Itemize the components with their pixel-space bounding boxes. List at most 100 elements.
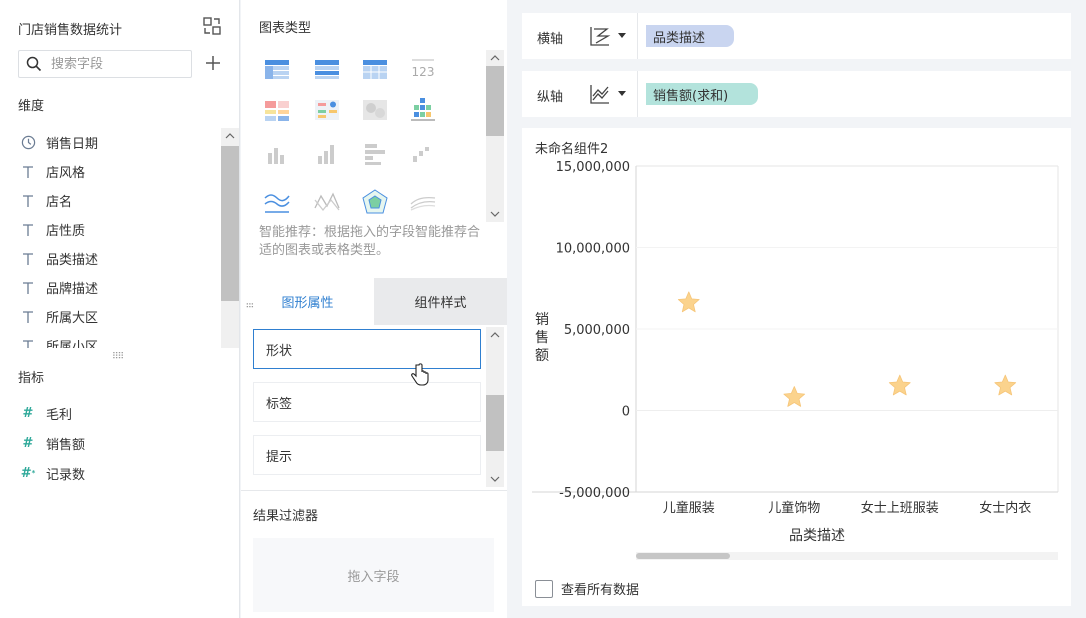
view-all-data-checkbox[interactable]: 查看所有数据 xyxy=(535,579,639,598)
dimension-label: 品牌描述 xyxy=(46,282,99,297)
x-axis-field-label: 品类描述 xyxy=(653,30,706,46)
tooltip-property[interactable]: 提示 xyxy=(253,435,481,475)
stacked-column-type-icon[interactable] xyxy=(313,140,341,168)
radar-type-icon[interactable] xyxy=(361,188,389,216)
measure-item[interactable]: # 销售额 xyxy=(0,428,240,458)
y-axis-title-char: 售 xyxy=(535,330,549,346)
dimension-item[interactable]: 品类描述 xyxy=(0,244,220,273)
column-type-icon[interactable] xyxy=(263,140,291,168)
resize-grip-icon[interactable]: ⠿ xyxy=(243,302,253,308)
config-panel: 图表类型 123 智能推荐：根据拖入的字段智能推荐合适的图表或表格类型。 图形属… xyxy=(241,0,507,618)
text-field-icon xyxy=(20,338,36,348)
chart-type-title: 图表类型 xyxy=(259,21,312,36)
property-tabs: 图形属性 组件样式 xyxy=(241,278,507,325)
scroll-thumb[interactable] xyxy=(486,395,504,451)
matrix-bar-type-icon[interactable] xyxy=(409,96,437,124)
scroll-thumb[interactable] xyxy=(636,553,730,559)
chart-type-scrollbar[interactable] xyxy=(486,50,504,222)
dimension-label: 店风格 xyxy=(46,166,86,181)
y-tick-label: 5,000,000 xyxy=(564,323,630,338)
measure-item[interactable]: # * 记录数 xyxy=(0,458,240,488)
scroll-up-icon[interactable] xyxy=(486,50,504,66)
dimension-item[interactable]: 所属小区 xyxy=(0,331,220,348)
y-axis-label: 纵轴 xyxy=(537,90,564,105)
x-axis-label: 横轴 xyxy=(537,32,564,47)
heatmap-type-icon[interactable] xyxy=(361,96,389,124)
chart-card: 未命名组件2 -5,000,000 0 5,000,000 10,000,000 15,… xyxy=(522,128,1071,606)
hash-count-icon: # * xyxy=(20,465,36,481)
x-axis-row: 横轴 品类描述 xyxy=(522,13,1071,59)
field-search-input[interactable] xyxy=(51,54,187,74)
x-tick-label: 儿童服装 xyxy=(663,500,715,516)
dimension-section-label: 维度 xyxy=(18,99,45,114)
y-axis-type-icon[interactable] xyxy=(588,82,612,106)
measure-list: # 毛利 # 销售额 # * 记录数 xyxy=(0,398,240,488)
hash-icon: # xyxy=(22,435,34,451)
measure-item[interactable]: # 毛利 xyxy=(0,398,240,428)
y-axis-title-char: 额 xyxy=(535,348,549,364)
text-field-icon xyxy=(20,280,36,296)
dimension-item[interactable]: 所属大区 xyxy=(0,302,220,331)
star-marker xyxy=(888,374,911,396)
scroll-up-icon[interactable] xyxy=(486,327,504,343)
multi-line-type-icon[interactable] xyxy=(409,188,437,216)
group-table-type-icon[interactable] xyxy=(313,54,341,82)
divider xyxy=(241,490,507,491)
dimension-label: 店名 xyxy=(46,195,73,210)
field-panel: 门店销售数据统计 维度 销售日期 店风格 店名 xyxy=(0,0,240,618)
dimension-item[interactable]: 店名 xyxy=(0,186,220,215)
measure-label: 销售额 xyxy=(46,437,86,453)
dimension-item[interactable]: 品牌描述 xyxy=(0,273,220,302)
shape-property[interactable]: 形状 xyxy=(253,329,481,369)
scroll-down-icon[interactable] xyxy=(486,206,504,222)
resize-grip-icon[interactable]: ⠿⠿ xyxy=(112,352,124,362)
star-marker xyxy=(994,374,1017,396)
tab-graph-properties[interactable]: 图形属性 xyxy=(241,278,374,325)
axis-divider xyxy=(637,71,638,117)
waterfall-type-icon[interactable] xyxy=(409,140,437,168)
bar-type-icon[interactable] xyxy=(361,140,389,168)
text-field-icon xyxy=(20,251,36,267)
dimension-scrollbar[interactable] xyxy=(221,128,239,348)
chevron-down-icon[interactable] xyxy=(618,91,626,96)
svg-text:123: 123 xyxy=(412,65,435,79)
area-type-icon[interactable] xyxy=(313,188,341,216)
x-axis-type-icon[interactable] xyxy=(588,24,612,48)
dimension-item[interactable]: 店性质 xyxy=(0,215,220,244)
dimension-label: 店性质 xyxy=(46,224,86,239)
cross-table-type-icon[interactable] xyxy=(361,54,389,82)
dimension-item[interactable]: 店风格 xyxy=(0,157,220,186)
scroll-down-icon[interactable] xyxy=(486,471,504,487)
table-type-icon[interactable] xyxy=(263,54,291,82)
checkbox[interactable] xyxy=(535,579,553,598)
x-axis-field-pill[interactable]: 品类描述 xyxy=(646,25,734,47)
dimension-list: 销售日期 店风格 店名 店性质 品类描述 品牌描述 所属大区 所属小区 xyxy=(0,128,220,348)
dimension-item[interactable]: 销售日期 xyxy=(0,128,220,157)
y-axis-field-pill[interactable]: 销售额(求和) xyxy=(646,83,758,105)
field-search-box[interactable] xyxy=(18,50,192,78)
line-type-icon[interactable] xyxy=(263,188,291,216)
chevron-down-icon[interactable] xyxy=(618,33,626,38)
dimension-label: 品类描述 xyxy=(46,253,99,268)
dimension-label: 销售日期 xyxy=(46,137,99,152)
label-property[interactable]: 标签 xyxy=(253,382,481,422)
kpi-number-type-icon[interactable]: 123 xyxy=(409,54,437,82)
tab-component-style[interactable]: 组件样式 xyxy=(374,278,507,325)
filter-drop-zone[interactable]: 拖入字段 xyxy=(253,538,494,612)
scatter-chart: -5,000,000 0 5,000,000 10,000,000 15,000,000… xyxy=(532,160,1059,544)
color-table-type-icon[interactable] xyxy=(263,96,291,124)
hash-icon: # xyxy=(22,405,34,421)
indicator-card-type-icon[interactable] xyxy=(313,96,341,124)
switch-dataset-icon[interactable] xyxy=(202,16,222,36)
chart-hscrollbar[interactable] xyxy=(636,552,1058,560)
scroll-up-icon[interactable] xyxy=(221,128,239,144)
measure-label: 毛利 xyxy=(46,407,73,423)
y-tick-label: -5,000,000 xyxy=(559,486,630,501)
scroll-thumb[interactable] xyxy=(221,146,239,301)
add-field-icon[interactable] xyxy=(204,54,222,72)
axis-divider xyxy=(637,13,638,59)
y-axis-row: 纵轴 销售额(求和) xyxy=(522,71,1071,117)
result-filter-title: 结果过滤器 xyxy=(253,509,319,524)
property-scrollbar[interactable] xyxy=(486,327,504,487)
scroll-thumb[interactable] xyxy=(486,66,504,136)
